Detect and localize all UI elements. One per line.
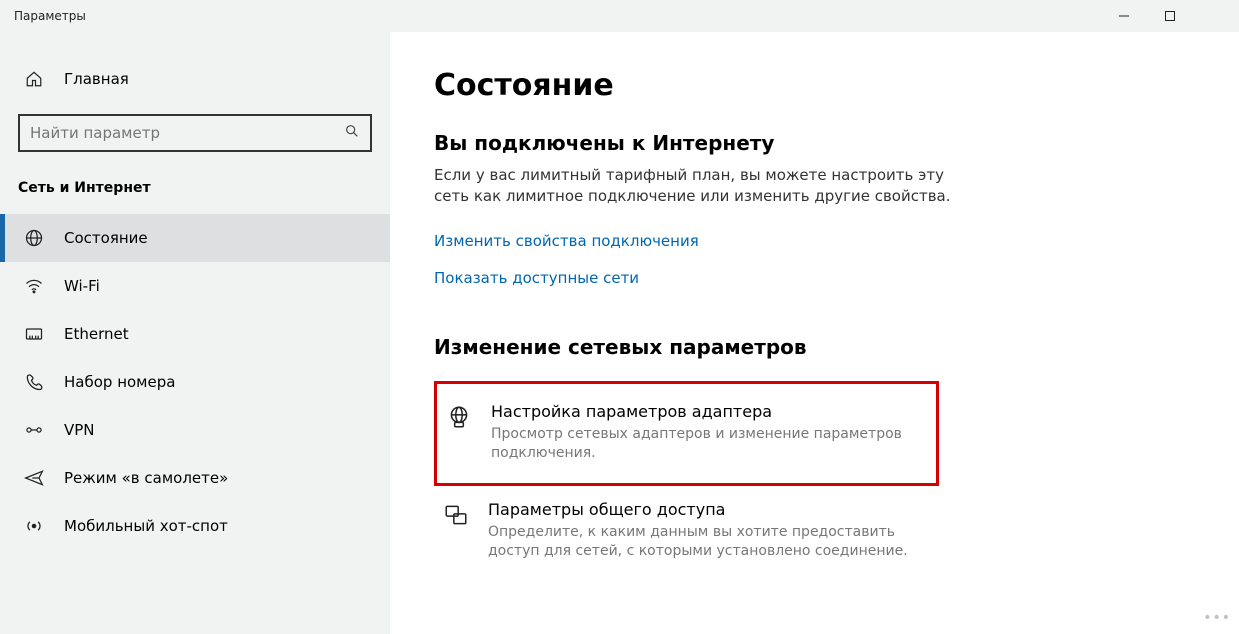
link-change-connection-props[interactable]: Изменить свойства подключения (434, 232, 699, 250)
vpn-icon (24, 420, 44, 440)
sidebar-item-ethernet[interactable]: Ethernet (0, 310, 390, 358)
sidebar-item-hotspot[interactable]: Мобильный хот-спот (0, 502, 390, 550)
option-desc: Определите, к каким данным вы хотите пре… (488, 523, 918, 561)
sharing-icon (442, 500, 470, 561)
globe-icon (24, 228, 44, 248)
sidebar: Главная Сеть и Интернет Состояние Wi-Fi (0, 32, 390, 634)
search-icon (344, 123, 360, 143)
sidebar-item-label: Режим «в самолете» (64, 469, 228, 487)
adapter-icon (445, 402, 473, 463)
home-icon (24, 70, 44, 88)
watermark: ••• (1203, 610, 1231, 626)
sidebar-item-label: Wi-Fi (64, 277, 100, 295)
window-title: Параметры (14, 9, 86, 23)
main-content: Состояние Вы подключены к Интернету Если… (390, 32, 1239, 634)
option-sharing-settings[interactable]: Параметры общего доступа Определите, к к… (434, 490, 939, 577)
connected-heading: Вы подключены к Интернету (434, 131, 1209, 155)
hotspot-icon (24, 516, 44, 536)
sidebar-item-status[interactable]: Состояние (0, 214, 390, 262)
sidebar-item-dialup[interactable]: Набор номера (0, 358, 390, 406)
search-box[interactable] (18, 114, 372, 152)
option-desc: Просмотр сетевых адаптеров и изменение п… (491, 425, 921, 463)
search-input[interactable] (30, 124, 344, 142)
maximize-button[interactable] (1147, 0, 1193, 32)
nav-home[interactable]: Главная (0, 62, 390, 96)
sidebar-item-airplane[interactable]: Режим «в самолете» (0, 454, 390, 502)
sidebar-item-label: Набор номера (64, 373, 175, 391)
sidebar-section-label: Сеть и Интернет (0, 180, 390, 214)
dialup-icon (24, 372, 44, 392)
option-adapter-settings[interactable]: Настройка параметров адаптера Просмотр с… (434, 381, 939, 486)
sidebar-item-wifi[interactable]: Wi-Fi (0, 262, 390, 310)
sidebar-item-label: Мобильный хот-спот (64, 517, 228, 535)
minimize-button[interactable] (1101, 0, 1147, 32)
sidebar-item-label: Ethernet (64, 325, 129, 343)
connected-body: Если у вас лимитный тарифный план, вы мо… (434, 165, 974, 207)
nav-home-label: Главная (64, 70, 129, 88)
titlebar: Параметры (0, 0, 1239, 32)
airplane-icon (24, 468, 44, 488)
option-title: Настройка параметров адаптера (491, 402, 921, 421)
wifi-icon (24, 276, 44, 296)
link-show-networks[interactable]: Показать доступные сети (434, 269, 639, 287)
ethernet-icon (24, 324, 44, 344)
page-title: Состояние (434, 68, 1209, 103)
window-controls (1101, 0, 1239, 32)
sidebar-item-label: Состояние (64, 229, 148, 247)
sidebar-item-vpn[interactable]: VPN (0, 406, 390, 454)
sidebar-item-label: VPN (64, 421, 95, 439)
option-title: Параметры общего доступа (488, 500, 918, 519)
change-network-settings-header: Изменение сетевых параметров (434, 335, 1209, 359)
